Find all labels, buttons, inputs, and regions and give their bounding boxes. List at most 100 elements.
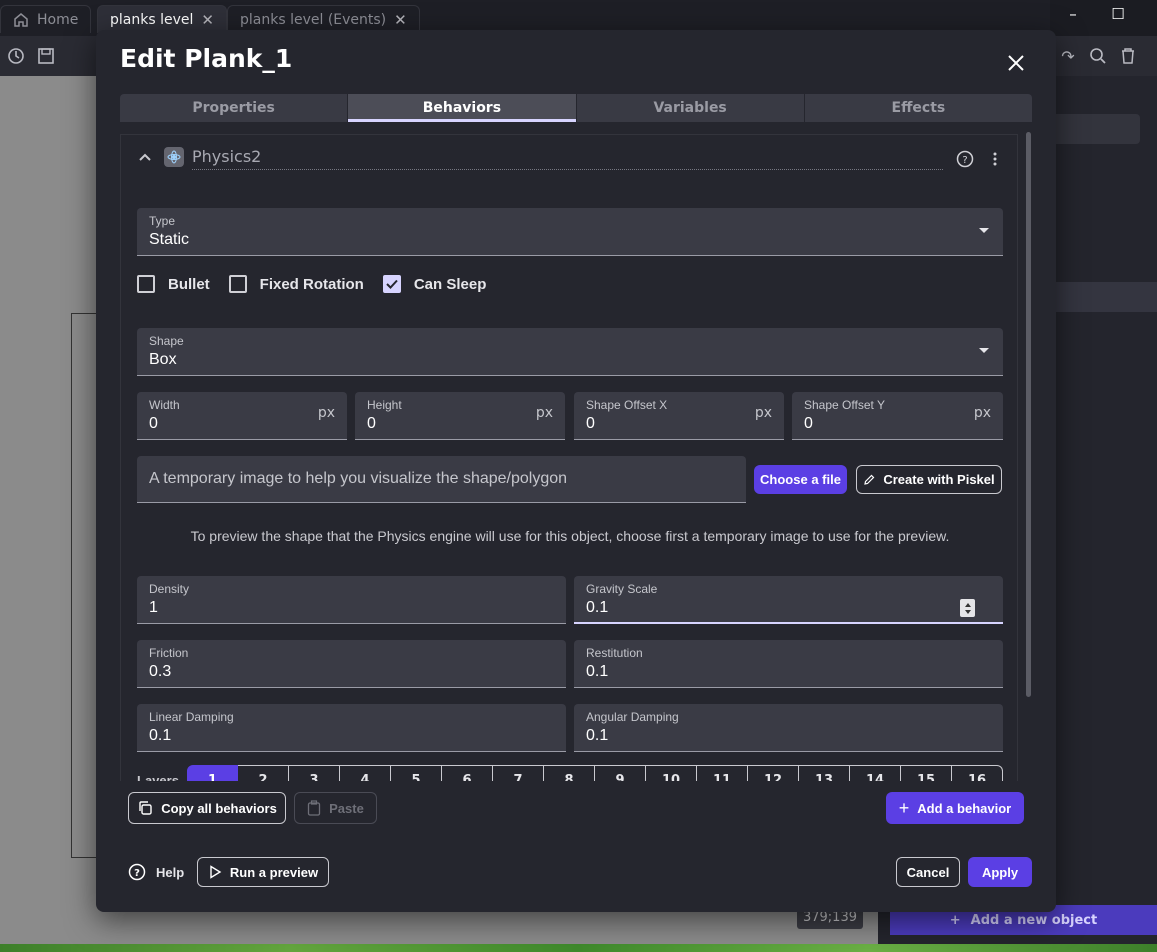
angular-damping-field[interactable]: Angular Damping 0.1	[574, 704, 1003, 752]
type-label: Type	[149, 214, 176, 228]
height-unit: px	[535, 405, 553, 421]
layer-toggle[interactable]: 13	[799, 765, 850, 781]
shape-offset-y-field[interactable]: Shape Offset Y 0 px	[792, 392, 1003, 440]
restitution-field[interactable]: Restitution 0.1	[574, 640, 1003, 688]
friction-field[interactable]: Friction 0.3	[137, 640, 566, 688]
linear-damping-label: Linear Damping	[149, 710, 234, 724]
add-behavior-label: Add a behavior	[917, 800, 1012, 816]
create-with-piskel-button[interactable]: Create with Piskel	[856, 465, 1002, 494]
tab-home-label: Home	[37, 11, 79, 28]
choose-file-button[interactable]: Choose a file	[754, 465, 847, 494]
layer-toggle[interactable]: 4	[340, 765, 391, 781]
redo-icon[interactable]: ↷	[1056, 44, 1080, 68]
copy-all-behaviors-button[interactable]: Copy all behaviors	[128, 792, 286, 824]
fixed-rotation-checkbox[interactable]: Fixed Rotation	[228, 275, 364, 293]
help-button[interactable]: ? Help	[128, 860, 184, 884]
gravity-scale-field[interactable]: Gravity Scale 0.1	[574, 576, 1003, 624]
height-field[interactable]: Height 0 px	[355, 392, 565, 440]
layer-toggle[interactable]: 9	[595, 765, 646, 781]
copy-all-behaviors-label: Copy all behaviors	[161, 800, 277, 816]
more-vert-icon[interactable]	[985, 149, 1005, 169]
check-icon	[386, 279, 398, 289]
close-tab-icon[interactable]: ✕	[201, 11, 214, 29]
shape-offset-x-value: 0	[586, 415, 595, 432]
dropdown-arrow-icon	[979, 228, 989, 233]
paste-button[interactable]: Paste	[294, 792, 377, 824]
layer-toggle[interactable]: 11	[697, 765, 748, 781]
help-label: Help	[156, 864, 185, 880]
tab-planks-level-events[interactable]: planks level (Events) ✕	[227, 5, 420, 33]
close-tab-icon[interactable]: ✕	[394, 11, 407, 29]
checkbox-box[interactable]	[228, 275, 247, 293]
behavior-panel: Physics2 ? Type Static Bullet Fixed Rota…	[120, 134, 1018, 781]
apply-button[interactable]: Apply	[968, 857, 1032, 887]
svg-text:?: ?	[962, 155, 967, 166]
physics-behavior-icon	[164, 147, 184, 167]
checkbox-box[interactable]	[137, 275, 155, 293]
cancel-button[interactable]: Cancel	[896, 857, 960, 887]
zoom-icon[interactable]	[1086, 44, 1110, 68]
history-icon[interactable]	[4, 44, 28, 68]
number-stepper-icon[interactable]	[960, 599, 975, 617]
layer-toggle[interactable]: 16	[952, 765, 1003, 781]
type-select[interactable]: Type Static	[137, 208, 1003, 256]
layer-toggle[interactable]: 14	[850, 765, 901, 781]
behavior-name-field[interactable]: Physics2	[192, 146, 943, 170]
layer-toggle[interactable]: 10	[646, 765, 697, 781]
angular-damping-value: 0.1	[586, 727, 609, 744]
close-icon[interactable]	[1001, 48, 1031, 78]
minimize-icon[interactable]: –	[1058, 3, 1088, 25]
tab-home[interactable]: Home	[0, 5, 92, 33]
shape-select[interactable]: Shape Box	[137, 328, 1003, 376]
collision-layers: Layers 1 2 3 4 5 6 7 8 9 10 11 12 13 14 …	[137, 765, 1003, 781]
density-field[interactable]: Density 1	[137, 576, 566, 624]
play-icon	[210, 865, 222, 879]
bullet-label: Bullet	[168, 275, 210, 293]
layer-toggle[interactable]: 8	[544, 765, 595, 781]
shape-offset-x-field[interactable]: Shape Offset X 0 px	[574, 392, 784, 440]
layer-toggle[interactable]: 12	[748, 765, 799, 781]
tab-properties[interactable]: Properties	[120, 94, 349, 122]
layer-toggle[interactable]: 7	[493, 765, 544, 781]
can-sleep-checkbox[interactable]: Can Sleep	[382, 275, 486, 293]
layer-toggle[interactable]: 3	[289, 765, 340, 781]
layer-toggle[interactable]: 15	[901, 765, 952, 781]
behavior-header: Physics2 ?	[121, 135, 1017, 183]
behavior-flags: Bullet Fixed Rotation Can Sleep	[137, 273, 505, 295]
run-preview-button[interactable]: Run a preview	[197, 857, 329, 887]
type-value: Static	[149, 231, 190, 248]
preview-image-field[interactable]: A temporary image to help you visualize …	[137, 456, 746, 503]
help-circle-icon: ?	[128, 863, 146, 881]
plus-icon: +	[949, 912, 961, 928]
preview-note: To preview the shape that the Physics en…	[190, 528, 950, 544]
tab-planks-level[interactable]: planks level ✕	[97, 5, 227, 33]
save-icon[interactable]	[34, 44, 58, 68]
checkbox-checked[interactable]	[382, 275, 401, 293]
angular-damping-label: Angular Damping	[586, 710, 679, 724]
linear-damping-field[interactable]: Linear Damping 0.1	[137, 704, 566, 752]
chevron-up-icon[interactable]	[137, 149, 153, 165]
layer-toggle[interactable]: 1	[187, 765, 238, 781]
clipboard-icon	[307, 800, 321, 816]
tab-behaviors[interactable]: Behaviors	[348, 94, 577, 122]
layer-toggle[interactable]: 5	[391, 765, 442, 781]
bullet-checkbox[interactable]: Bullet	[137, 275, 210, 293]
svg-text:?: ?	[134, 868, 140, 879]
pencil-icon	[864, 474, 875, 485]
friction-value: 0.3	[149, 663, 172, 680]
maximize-icon[interactable]: ☐	[1103, 3, 1133, 25]
width-field[interactable]: Width 0 px	[137, 392, 347, 440]
tab-variables[interactable]: Variables	[577, 94, 805, 122]
layer-toggle[interactable]: 2	[238, 765, 289, 781]
width-label: Width	[149, 398, 180, 412]
layers-label: Layers	[137, 773, 179, 781]
help-circle-icon[interactable]: ?	[955, 149, 975, 169]
objects-list-item[interactable]	[1050, 282, 1157, 312]
shape-offset-y-value: 0	[804, 415, 813, 432]
scrollbar[interactable]	[1026, 132, 1031, 697]
trash-icon[interactable]	[1116, 44, 1140, 68]
tab-effects[interactable]: Effects	[805, 94, 1032, 122]
add-behavior-button[interactable]: + Add a behavior	[886, 792, 1024, 824]
home-icon	[14, 12, 28, 27]
layer-toggle[interactable]: 6	[442, 765, 493, 781]
